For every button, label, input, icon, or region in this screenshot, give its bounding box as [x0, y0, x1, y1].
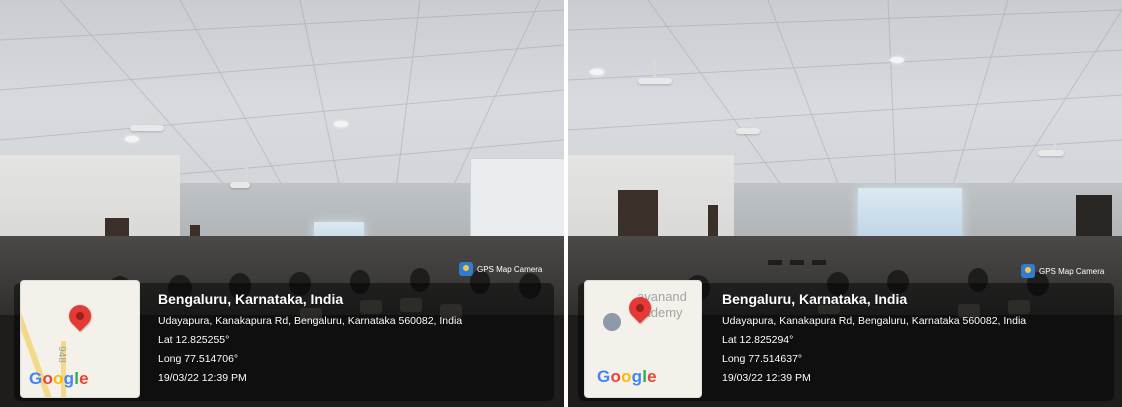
- badge-label: GPS Map Camera: [477, 264, 543, 274]
- latitude: Lat 12.825255°: [158, 334, 230, 346]
- google-logo: Google: [597, 367, 657, 386]
- ceiling-light: [125, 136, 139, 142]
- gps-overlay: ayanand cademy Google Bengaluru, Karnata…: [578, 280, 1114, 401]
- photo-right: GPS Map Camera ayanand cademy Google Ben…: [568, 0, 1122, 407]
- gps-map-camera-badge: GPS Map Camera: [1021, 264, 1104, 278]
- gps-camera-icon: [1021, 264, 1035, 278]
- map-road-label: 948: [55, 346, 67, 363]
- ceiling-fan: [230, 164, 250, 188]
- ceiling-light: [890, 57, 904, 63]
- ceiling-fan: [736, 110, 760, 134]
- photo-left: GPS Map Camera 948 Google Bengaluru, Kar…: [0, 0, 564, 407]
- location-title: Bengaluru, Karnataka, India: [722, 291, 908, 307]
- address: Udayapura, Kanakapura Rd, Bengaluru, Kar…: [158, 315, 463, 327]
- ceiling-fan: [638, 60, 672, 84]
- badge-label: GPS Map Camera: [1039, 266, 1105, 276]
- gps-camera-icon: [459, 262, 473, 276]
- mini-map: ayanand cademy Google: [584, 280, 702, 398]
- projector-screen-side: [470, 158, 564, 242]
- datetime: 19/03/22 12:39 PM: [158, 372, 247, 384]
- longitude: Long 77.514637°: [722, 353, 803, 365]
- longitude: Long 77.514706°: [158, 353, 239, 365]
- datetime: 19/03/22 12:39 PM: [722, 372, 811, 384]
- latitude: Lat 12.825294°: [722, 334, 794, 346]
- ceiling-light: [334, 121, 348, 127]
- map-pin-icon: [64, 300, 96, 332]
- ceiling-fan: [130, 107, 164, 131]
- ceiling-fan: [1038, 132, 1064, 156]
- address: Udayapura, Kanakapura Rd, Bengaluru, Kar…: [722, 315, 1027, 327]
- place-marker-icon: [603, 313, 621, 331]
- gps-overlay: 948 Google Bengaluru, Karnataka, India U…: [14, 280, 554, 401]
- location-title: Bengaluru, Karnataka, India: [158, 291, 344, 307]
- ceiling-light: [590, 69, 604, 75]
- google-logo: Google: [29, 369, 89, 388]
- mini-map: 948 Google: [20, 280, 140, 398]
- gps-map-camera-badge: GPS Map Camera: [459, 262, 542, 276]
